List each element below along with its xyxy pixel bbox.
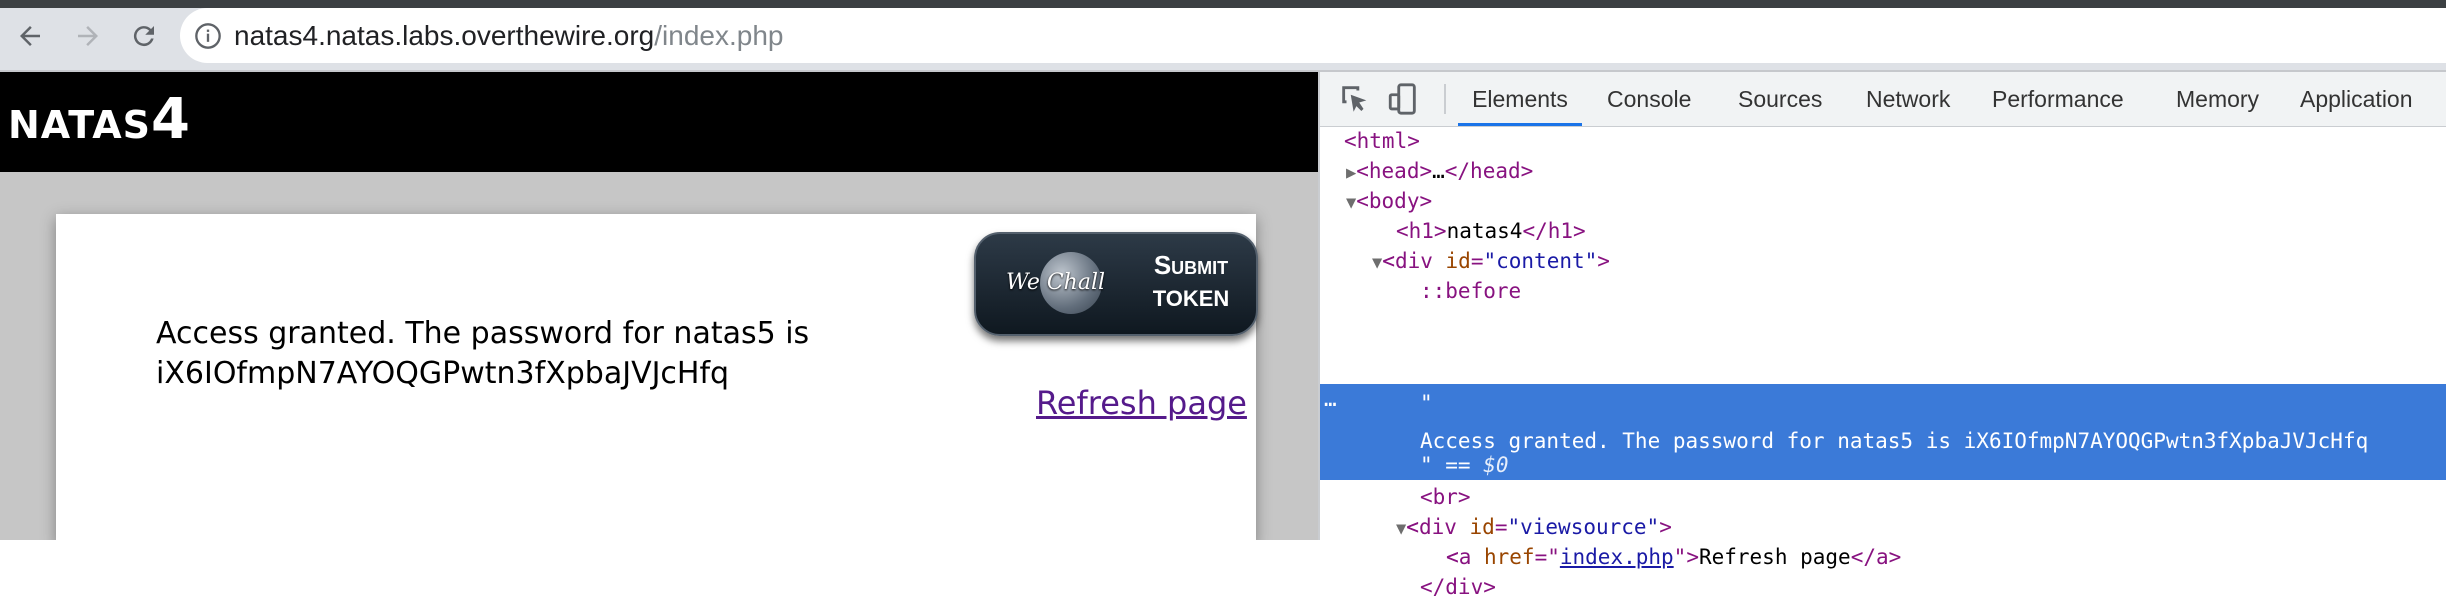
text-node-suffix: " == $0 [1420, 452, 1509, 478]
forward-button[interactable] [66, 14, 110, 58]
a-open-tag: <a [1446, 545, 1484, 569]
div-close-tag: </div> [1420, 575, 1496, 599]
toolbar-divider [1444, 84, 1446, 114]
text-node-content: Access granted. The password for natas5 … [1420, 429, 2369, 453]
h1-text: natas4 [1446, 219, 1523, 243]
dom-node-html[interactable]: <html> [1344, 128, 1420, 154]
dom-node-head[interactable]: ▶<head>…</head> [1346, 158, 1533, 186]
wechall-submit-token-button[interactable]: We Chall Submit token [974, 232, 1258, 336]
dom-tree: <html> ▶<head>…</head> ▼<body> <h1>natas… [1320, 126, 2446, 599]
tab-memory[interactable]: Memory [2176, 72, 2259, 126]
head-open-tag: <head> [1356, 159, 1433, 183]
page-title-number: 4 [151, 87, 191, 152]
collapse-triangle-icon[interactable]: ▼ [1396, 519, 1406, 539]
devtools-toolbar: Elements Console Sources Network Perform… [1320, 72, 2446, 127]
a-close-tag: </a> [1850, 545, 1902, 569]
a-href-link[interactable]: index.php [1560, 545, 1674, 569]
submit-label-line2: token [1152, 286, 1230, 311]
inspect-cursor-icon[interactable] [1338, 82, 1372, 116]
address-bar[interactable]: natas4.natas.labs.overthewire.org/index.… [180, 8, 2446, 63]
dom-node-a[interactable]: <<a href="index.php">Refresh page</a> [1446, 544, 1901, 570]
password-text: iX6IOfmpN7AYOQGPwtn3fXpbaJVJcHfq [156, 356, 730, 391]
url-path: /index.php [654, 20, 784, 51]
dom-node-br[interactable]: <br> [1420, 484, 1471, 510]
h1-close-tag: </h1> [1522, 219, 1586, 243]
collapse-triangle-icon[interactable]: ▼ [1346, 193, 1356, 213]
wechall-logo-text: We Chall [1006, 270, 1106, 295]
page-title-prefix: NATAS [8, 103, 152, 147]
collapse-triangle-icon[interactable]: ▼ [1372, 253, 1382, 273]
head-ellipsis: … [1432, 159, 1445, 183]
a-href-attr: href [1484, 545, 1535, 569]
dom-node-h1[interactable]: <h1>natas4</h1> [1396, 218, 1586, 244]
submit-label-line1: Submit [1153, 250, 1229, 280]
tab-network[interactable]: Network [1866, 72, 1950, 126]
access-message: Access granted. The password for natas5 … [156, 314, 809, 394]
url-host: natas4.natas.labs.overthewire.org [234, 20, 655, 51]
submit-token-label: Submit token [1136, 248, 1246, 316]
text-node-quote-open: " [1420, 391, 1433, 415]
text-node-quote-close: " == [1420, 453, 1484, 477]
div-viewsource-attr: id [1469, 515, 1495, 539]
div-viewsource-tag: <div [1406, 515, 1470, 539]
info-icon[interactable] [194, 22, 222, 50]
br-tag: <br> [1420, 485, 1471, 509]
node-actions-ellipsis[interactable]: … [1324, 386, 1337, 412]
dom-node-div-close[interactable]: </div> [1420, 574, 1496, 600]
access-message-line1: Access granted. The password for natas5 … [156, 316, 810, 351]
dom-node-before[interactable]: ::before [1420, 278, 1521, 304]
page-header: NATAS4 [0, 72, 1318, 172]
tab-sources[interactable]: Sources [1738, 72, 1822, 126]
console-ref-label: $0 [1483, 453, 1509, 477]
tab-performance[interactable]: Performance [1992, 72, 2124, 126]
dom-node-div-content[interactable]: ▼<<div id="content"> [1372, 248, 1610, 276]
devtools-panel: Elements Console Sources Network Perform… [1318, 72, 2446, 599]
html-tag: <html> [1344, 129, 1420, 153]
refresh-page-link[interactable]: Refresh page [1036, 384, 1247, 422]
arrow-right-icon [78, 26, 98, 46]
arrow-left-icon [20, 26, 40, 46]
url-text[interactable]: natas4.natas.labs.overthewire.org/index.… [234, 20, 783, 52]
before-pseudo: ::before [1420, 279, 1522, 303]
window-frame-strip [0, 0, 2446, 8]
device-toolbar-icon[interactable] [1386, 82, 1420, 116]
tab-elements[interactable]: Elements [1458, 72, 1582, 126]
div-viewsource-val: "viewsource" [1507, 515, 1660, 539]
a-text: Refresh page [1698, 545, 1851, 569]
content-panel: Access granted. The password for natas5 … [56, 214, 1258, 540]
head-close-tag: </head> [1444, 159, 1534, 183]
div-content-attr: id [1445, 249, 1471, 273]
page-title: NATAS4 [8, 90, 191, 155]
tab-console[interactable]: Console [1607, 72, 1691, 126]
dom-node-div-viewsource[interactable]: ▼<<div id="viewsource"> [1396, 514, 1672, 542]
body-tag: <body> [1356, 189, 1433, 213]
back-button[interactable] [8, 14, 52, 58]
selected-text-node[interactable]: … " Access granted. The password for nat… [1320, 384, 2446, 480]
dom-node-body[interactable]: ▼<body> [1346, 188, 1432, 216]
div-content-val: "content" [1483, 249, 1598, 273]
tab-application[interactable]: Application [2300, 72, 2413, 126]
expand-triangle-icon[interactable]: ▶ [1346, 163, 1356, 183]
page-viewport: NATAS4 Access granted. The password for … [0, 72, 1318, 540]
div-content-tag: <div [1382, 249, 1446, 273]
reload-icon [133, 26, 154, 47]
h1-open-tag: <h1> [1396, 219, 1447, 243]
browser-toolbar: natas4.natas.labs.overthewire.org/index.… [0, 0, 2446, 70]
reload-button[interactable] [122, 14, 166, 58]
